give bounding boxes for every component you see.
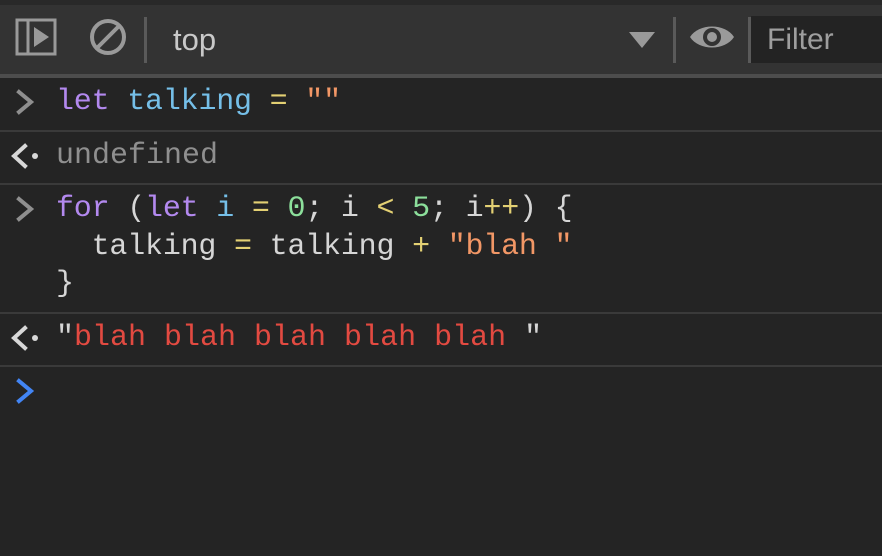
chevron-down-icon	[629, 31, 655, 48]
eye-icon	[687, 15, 737, 64]
console-output-entry: "blah blah blah blah blah "	[0, 314, 882, 367]
console-source-text: for (let i = 0; i < 5; i++) { talking = …	[56, 192, 573, 301]
console-input-entry: for (let i = 0; i < 5; i++) { talking = …	[0, 185, 882, 314]
return-arrow-icon	[0, 314, 52, 353]
console-active-prompt[interactable]	[0, 367, 882, 419]
console-result-text: "blah blah blah blah blah "	[56, 320, 543, 355]
sidebar-toggle-button[interactable]	[0, 5, 72, 74]
filter-placeholder: Filter	[767, 22, 834, 56]
console-result-text: undefined	[56, 138, 219, 173]
return-arrow-icon	[0, 132, 52, 171]
prompt-arrow-icon	[0, 185, 52, 224]
console-output-entry: undefined	[0, 132, 882, 185]
console-toolbar: top Filter	[0, 5, 882, 78]
console-output-area[interactable]: let talking = "" undefined for (let i = 0;…	[0, 78, 882, 552]
clear-console-icon	[86, 15, 130, 64]
panel-play-icon	[14, 15, 58, 64]
execution-context-selector[interactable]: top	[147, 5, 673, 74]
console-input-entry: let talking = ""	[0, 78, 882, 132]
live-expression-button[interactable]	[676, 5, 748, 74]
filter-input[interactable]: Filter	[751, 16, 882, 63]
console-source-text: let talking = ""	[56, 85, 341, 119]
prompt-arrow-icon	[0, 78, 52, 117]
clear-console-button[interactable]	[72, 5, 144, 74]
execution-context-label: top	[173, 22, 217, 57]
active-prompt-icon	[0, 367, 52, 406]
console-source-text	[0, 367, 882, 419]
